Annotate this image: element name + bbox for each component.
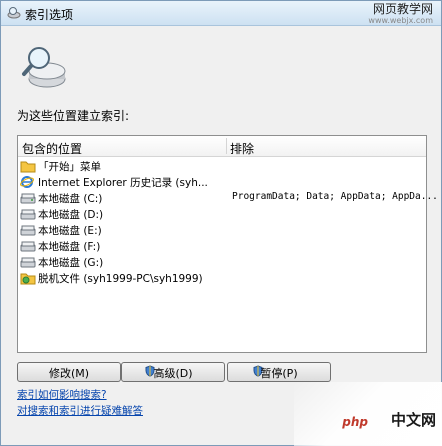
list-item-name: 脱机文件 (syh1999-PC\syh1999) (38, 273, 203, 285)
pause-button-label: 暂停(P) (260, 367, 298, 380)
column-divider[interactable] (226, 138, 227, 154)
list-item[interactable]: 本地磁盘 (D:) (20, 206, 424, 222)
local-disk-icon (20, 241, 36, 252)
start-menu-folder-icon (20, 161, 36, 173)
indexing-options-window: 索引选项 网页教学网 www.webjx.com 为这些位置建立索引: 包含的位… (0, 0, 442, 446)
watermark-bottom-lead: php (342, 415, 368, 429)
local-disk-icon (20, 209, 36, 220)
watermark-top-line1: 网页教学网 (372, 2, 433, 16)
local-disk-icon (20, 225, 36, 236)
watermark-top: 网页教学网 www.webjx.com (368, 3, 433, 27)
troubleshoot-search-link[interactable]: 对搜索和索引进行疑难解答 (17, 403, 143, 418)
list-item-name: 本地磁盘 (G:) (38, 257, 104, 269)
list-header: 包含的位置 排除 (18, 136, 426, 157)
watermark-bottom: php 中文网 (294, 382, 442, 446)
list-item-exclude: ProgramData; Data; AppData; AppDa... (232, 191, 438, 202)
list-item-name: 「开始」菜单 (38, 161, 101, 173)
watermark-top-line2: www.webjx.com (368, 16, 433, 25)
window-title: 索引选项 (25, 8, 74, 22)
indexed-locations-list[interactable]: 包含的位置 排除 「开始」菜单 Internet Explorer 历史记录 (… (17, 135, 438, 353)
local-disk-icon (20, 193, 36, 204)
how-indexing-affects-search-link[interactable]: 索引如何影响搜索? (17, 387, 107, 402)
list-item-name: 本地磁盘 (D:) (38, 209, 104, 221)
list-item[interactable]: Internet Explorer 历史记录 (syh... (20, 174, 424, 190)
modify-button[interactable]: 修改(M) (17, 362, 121, 382)
indexing-options-icon (7, 7, 21, 19)
list-item[interactable]: 本地磁盘 (F:) (20, 238, 424, 254)
local-disk-icon (20, 257, 36, 268)
offline-files-icon (20, 273, 36, 285)
list-item-name: Internet Explorer 历史记录 (syh... (38, 177, 208, 189)
advanced-button-label: 高级(D) (153, 367, 193, 380)
list-item[interactable]: 本地磁盘 (E:) (20, 222, 424, 238)
list-item-name: 本地磁盘 (C:) (38, 193, 103, 205)
pause-button[interactable]: 暂停(P) (227, 362, 331, 382)
list-item[interactable]: 「开始」菜单 (20, 158, 424, 174)
column-header-included[interactable]: 包含的位置 (22, 140, 82, 157)
list-item-name: 本地磁盘 (F:) (38, 241, 101, 253)
section-title: 为这些位置建立索引: (17, 109, 130, 123)
list-item[interactable]: 本地磁盘 (C:) ProgramData; Data; AppData; Ap… (20, 190, 438, 206)
list-item[interactable]: 本地磁盘 (G:) (20, 254, 424, 270)
watermark-bottom-text: 中文网 (390, 411, 436, 429)
list-item-name: 本地磁盘 (E:) (38, 225, 102, 237)
advanced-button[interactable]: 高级(D) (121, 362, 225, 382)
magnifier-drive-icon (22, 47, 66, 88)
list-item[interactable]: 脱机文件 (syh1999-PC\syh1999) (20, 270, 424, 286)
internet-explorer-icon (20, 176, 34, 188)
title-bar: 索引选项 网页教学网 www.webjx.com (1, 1, 441, 26)
modify-button-label: 修改(M) (48, 367, 90, 380)
column-header-exclude[interactable]: 排除 (230, 140, 254, 157)
